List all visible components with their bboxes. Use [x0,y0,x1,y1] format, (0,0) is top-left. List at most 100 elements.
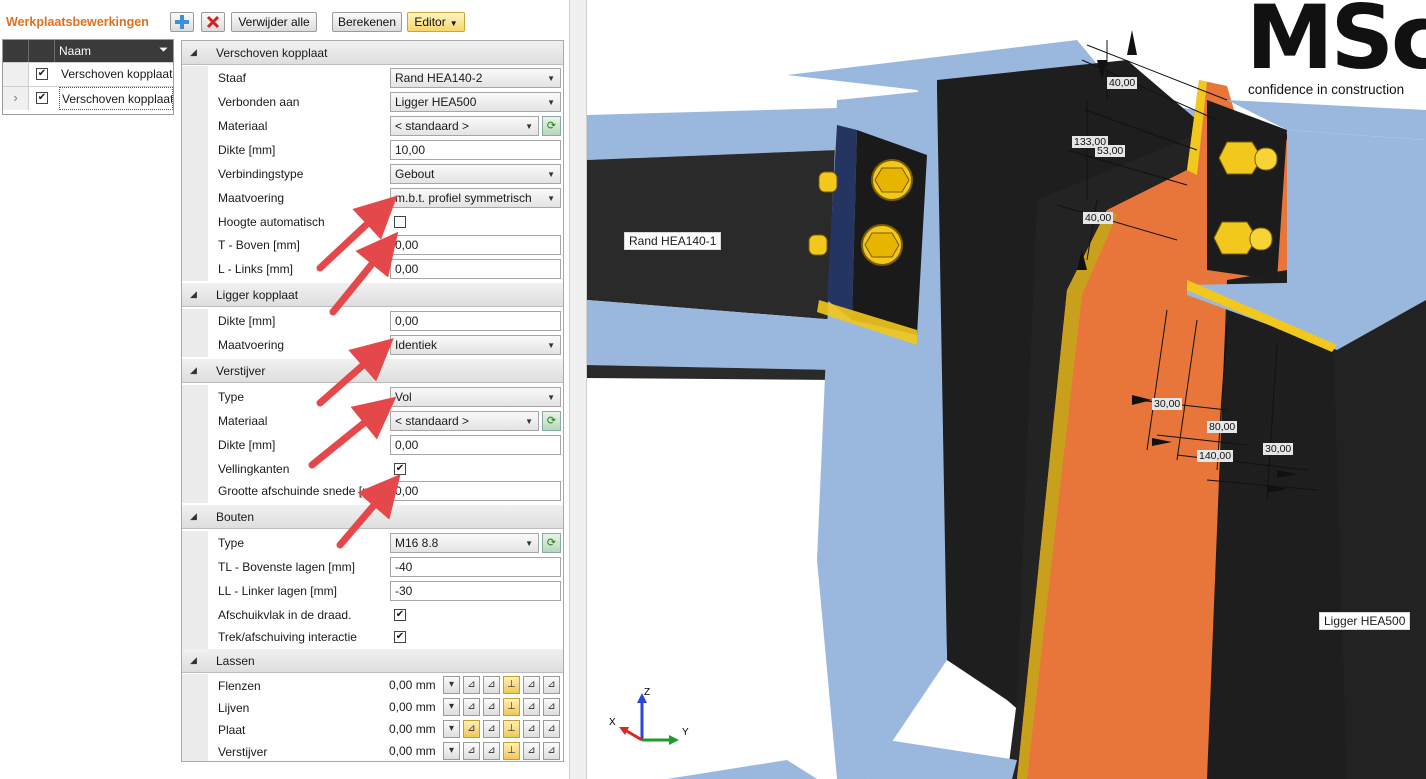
section-verstijver[interactable]: ◢ Verstijver [182,359,563,383]
row-checkbox[interactable]: ✔ [36,68,48,80]
weld-type-dropdown[interactable]: ▾ [443,698,460,716]
section-title: Verstijver [216,364,266,378]
collapse-icon[interactable]: ◢ [190,289,197,300]
dimension-label: 30,00 [1152,398,1183,410]
prop-label: Staaf [218,71,247,85]
weld-fillet-icon[interactable]: ⊿ [523,720,540,738]
weld-fillet-icon[interactable]: ⊿ [463,720,480,738]
staaf-select[interactable]: Rand HEA140-2 ▼ [390,68,561,88]
axis-triad-icon[interactable]: Z Y X [607,685,697,755]
editor-dropdown[interactable]: Editor ▼ [407,12,465,32]
weld-value[interactable]: 0,00 mm [389,700,436,714]
grid-header-name[interactable]: Naam [59,44,91,58]
section-lassen[interactable]: ◢ Lassen [182,649,563,673]
row-checkbox[interactable]: ✔ [36,92,48,104]
prop-label: Vellingkanten [218,462,290,476]
weld-fillet-icon[interactable]: ⊿ [543,676,560,694]
weld-double-fillet-icon[interactable]: ⊥ [503,742,520,760]
row-current-indicator-icon[interactable]: › [3,87,29,110]
afschuifvlak-checkbox[interactable]: ✔ [394,609,406,621]
bolt-icon[interactable] [871,159,913,201]
vellingkanten-checkbox[interactable]: ✔ [394,463,406,475]
weld-fillet-icon[interactable]: ⊿ [523,742,540,760]
weld-fillet-icon[interactable]: ⊿ [523,676,540,694]
section-verschoven-kopplaat[interactable]: ◢ Verschoven kopplaat [182,41,563,65]
filter-icon[interactable]: ⏷ [159,44,168,57]
weld-fillet-icon[interactable]: ⊿ [463,676,480,694]
weld-double-fillet-icon[interactable]: ⊥ [503,676,520,694]
calculate-button[interactable]: Berekenen [332,12,402,32]
grid-row[interactable]: ✔ Verschoven kopplaat1 [3,62,173,86]
section-bouten[interactable]: ◢ Bouten [182,505,563,529]
weld-double-fillet-icon[interactable]: ⊥ [503,698,520,716]
weld-type-dropdown[interactable]: ▾ [443,720,460,738]
grid-row[interactable]: › ✔ Verschoven kopplaat2 [3,86,173,110]
3d-viewport[interactable]: Rand HEA140-1 Ligger HEA500 40,00 133,00… [587,0,1426,779]
weld-fillet-icon[interactable]: ⊿ [463,742,480,760]
ll-input[interactable]: -30 [390,581,561,601]
row-selector[interactable] [3,63,29,86]
weld-value[interactable]: 0,00 mm [389,722,436,736]
prop-label: T - Boven [mm] [218,238,300,252]
trek-afschuiving-checkbox[interactable]: ✔ [394,631,406,643]
remove-all-button[interactable]: Verwijder alle [231,12,317,32]
weld-fillet-icon[interactable]: ⊿ [543,720,560,738]
verstijver-type-select[interactable]: Vol ▼ [390,387,561,407]
weld-fillet-icon[interactable]: ⊿ [543,698,560,716]
hoogte-automatisch-checkbox[interactable] [394,216,406,228]
dikte-input[interactable]: 10,00 [390,140,561,160]
grootte-afschuinde-input[interactable]: 0,00 [390,481,561,501]
prop-dikte: Dikte [mm] 10,00 [182,138,563,162]
label-rand-hea140[interactable]: Rand HEA140-1 [624,232,722,250]
label-ligger-hea500[interactable]: Ligger HEA500 [1319,612,1411,630]
weld-fillet-icon[interactable]: ⊿ [463,698,480,716]
staaf-value: Rand HEA140-2 [395,71,483,85]
left-panel: Werkplaatsbewerkingen Verwijder alle Ber… [0,0,578,779]
row-name[interactable]: Verschoven kopplaat1 [59,63,173,86]
bolt-library-button[interactable]: ⟳ [542,533,561,553]
collapse-icon[interactable]: ◢ [190,365,197,376]
materiaal-select[interactable]: < standaard > ▼ [390,116,539,136]
section-title: Lassen [216,654,255,668]
material-library-button[interactable]: ⟳ [542,116,561,136]
weld-fillet-icon[interactable]: ⊿ [483,676,500,694]
ligger-dikte-input[interactable]: 0,00 [390,311,561,331]
prop-vellingkanten: Vellingkanten ✔ [182,457,563,481]
ligger-maatvoering-select[interactable]: Identiek ▼ [390,335,561,355]
row-name[interactable]: Verschoven kopplaat2 [59,87,173,110]
l-links-input[interactable]: 0,00 [390,259,561,279]
weld-fillet-icon[interactable]: ⊿ [483,742,500,760]
bout-type-select[interactable]: M16 8.8 ▼ [390,533,539,553]
connection-model[interactable] [587,0,1426,779]
weld-fillet-icon[interactable]: ⊿ [523,698,540,716]
verstijver-dikte-input[interactable]: 0,00 [390,435,561,455]
verstijver-materiaal-select[interactable]: < standaard > ▼ [390,411,539,431]
delete-button[interactable] [201,12,225,32]
weld-type-dropdown[interactable]: ▾ [443,676,460,694]
verbonden-select[interactable]: Ligger HEA500 ▼ [390,92,561,112]
collapse-icon[interactable]: ◢ [190,655,197,666]
dimension-label: 40,00 [1083,212,1114,224]
bolt-icon[interactable] [861,224,903,266]
collapse-icon[interactable]: ◢ [190,47,197,58]
prop-grootte-afschuinde: Grootte afschuinde snede [m 0,00 [182,479,563,503]
weld-fillet-icon[interactable]: ⊿ [483,720,500,738]
add-button[interactable] [170,12,194,32]
section-ligger-kopplaat[interactable]: ◢ Ligger kopplaat [182,283,563,307]
maatvoering-select[interactable]: m.b.t. profiel symmetrisch ▼ [390,188,561,208]
editor-label: Editor [414,15,446,29]
weld-double-fillet-icon[interactable]: ⊥ [503,720,520,738]
collapse-icon[interactable]: ◢ [190,511,197,522]
weld-type-dropdown[interactable]: ▾ [443,742,460,760]
verbindingstype-select[interactable]: Gebout ▼ [390,164,561,184]
weld-fillet-icon[interactable]: ⊿ [483,698,500,716]
material-library-button[interactable]: ⟳ [542,411,561,431]
weld-value[interactable]: 0,00 mm [389,744,436,758]
refresh-icon: ⟳ [546,120,557,132]
t-boven-input[interactable]: 0,00 [390,235,561,255]
materiaal-value: < standaard > [395,119,470,133]
panel-splitter[interactable] [569,0,587,779]
weld-value[interactable]: 0,00 mm [389,678,436,692]
tl-input[interactable]: -40 [390,557,561,577]
weld-fillet-icon[interactable]: ⊿ [543,742,560,760]
